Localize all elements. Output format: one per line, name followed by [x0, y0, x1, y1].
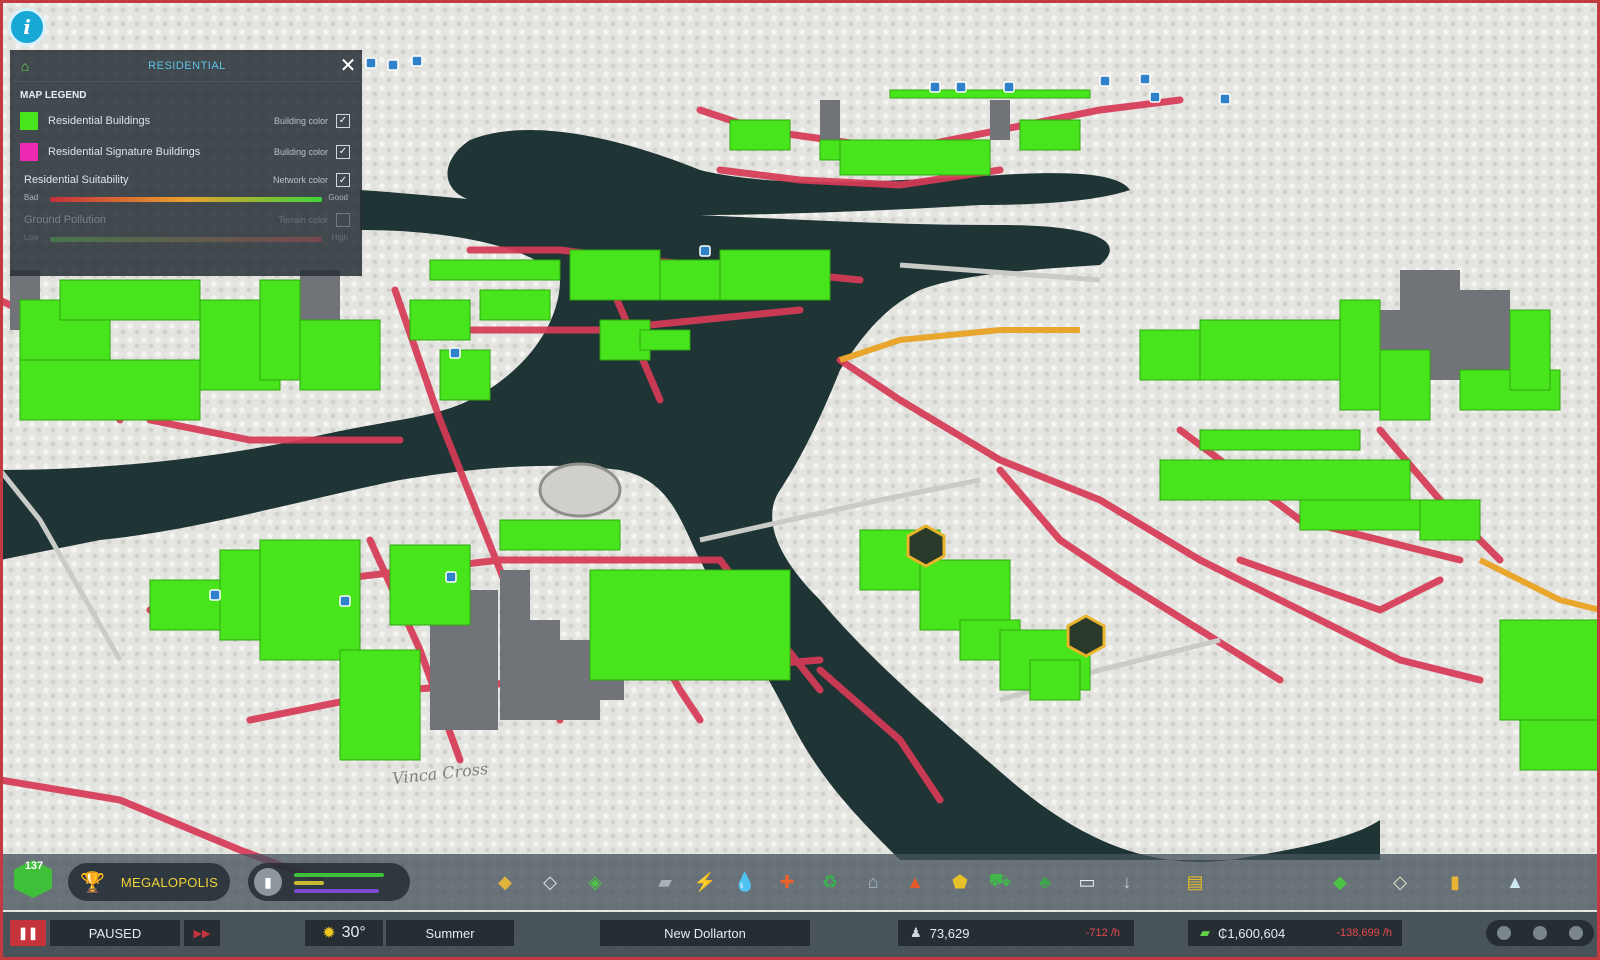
legend-row-signature-buildings: Residential Signature Buildings Building…	[10, 136, 362, 167]
pollution-gradient-row: Low High	[10, 233, 362, 247]
transport-icon[interactable]: ⛟	[985, 867, 1015, 897]
temperature-value: 30°	[341, 924, 366, 941]
legend-row-residential-buildings: Residential Buildings Building color ✓	[10, 105, 362, 136]
industry-icon[interactable]: ▤	[1180, 867, 1210, 897]
pollution-gradient	[50, 237, 322, 242]
education-icon[interactable]: ⌂	[858, 867, 888, 897]
legend-row-residential-suitability: Residential Suitability Network color ✓	[10, 167, 362, 193]
population-display[interactable]: ♟ 73,629 -712 /h	[898, 920, 1134, 946]
season-display: Summer	[386, 920, 514, 946]
police-icon[interactable]: ⬟	[945, 867, 975, 897]
money-delta: -138,699 /h	[1336, 927, 1392, 939]
residential-legend-panel: ⌂ RESIDENTIAL ✕ MAP LEGEND Residential B…	[10, 50, 362, 276]
gradient-low-label: Bad	[24, 193, 39, 202]
population-level-badge[interactable]: 137	[14, 860, 54, 904]
population-level: 137	[24, 860, 44, 872]
legend-row-label: Ground Pollution	[24, 214, 106, 226]
city-name[interactable]: New Dollarton	[600, 920, 810, 946]
control-dot[interactable]	[1533, 926, 1547, 940]
fire-icon[interactable]: ▲	[900, 867, 930, 897]
milestone-button[interactable]: 🏆 MEGALOPOLIS	[68, 863, 230, 901]
statistics-icon[interactable]: ▮	[1440, 867, 1470, 897]
window-controls	[1486, 920, 1594, 946]
legend-row-option: Terrain color	[278, 215, 328, 225]
stadium	[538, 462, 622, 518]
residential-swatch	[20, 111, 38, 130]
bottom-toolbar: 137 🏆 MEGALOPOLIS ▮ ◆ ◇ ◈ ▰ ⚡ 💧 ✚ ♻ ⌂ ▲ ⬟ ⛟ ♣ ▭ ↓ ▤ ◆ ◇ ▮ ▲	[0, 854, 1600, 910]
suitability-gradient	[50, 197, 322, 202]
gradient-high-label: High	[331, 233, 348, 242]
legend-row-option: Network color	[272, 175, 328, 185]
landscaping-icon[interactable]: ♣	[1030, 867, 1060, 897]
communications-icon[interactable]: ▭	[1072, 867, 1102, 897]
terraform-icon[interactable]: ↓	[1112, 867, 1142, 897]
info-icon: i	[23, 15, 31, 39]
control-dot[interactable]	[1497, 926, 1511, 940]
map-legend-heading: MAP LEGEND	[20, 90, 87, 101]
money-icon: ▰	[1200, 925, 1210, 940]
demand-bar	[294, 881, 324, 885]
control-dot[interactable]	[1569, 926, 1583, 940]
zoning-tool-icon[interactable]: ◆	[490, 867, 520, 897]
demand-bar	[294, 889, 379, 893]
terrain-color-checkbox[interactable]	[336, 213, 350, 227]
temperature-display: ✹ 30°	[305, 920, 383, 946]
milestone-name: MEGALOPOLIS	[120, 874, 219, 890]
sun-icon: ✹	[322, 925, 336, 942]
legend-row-label: Residential Buildings	[48, 114, 151, 127]
person-icon: ♟	[910, 925, 922, 940]
garbage-icon[interactable]: ♻	[815, 867, 845, 897]
gradient-high-label: Good	[328, 193, 348, 202]
money-value: ₵1,600,604	[1218, 925, 1286, 941]
signature-color-checkbox[interactable]: ✓	[336, 144, 350, 159]
legend-row-label: Residential Signature Buildings	[48, 145, 201, 158]
legend-row-ground-pollution: Ground Pollution Terrain color	[10, 207, 362, 233]
money-display[interactable]: ▰ ₵1,600,604 -138,699 /h	[1188, 920, 1402, 946]
game-viewport[interactable]: Vinca Cross i ⌂ RESIDENTIAL ✕ MAP LEGEND…	[0, 0, 1600, 960]
info-button[interactable]: i	[8, 8, 46, 46]
legend-row-option: Building color	[273, 115, 328, 126]
population-value: 73,629	[929, 925, 970, 941]
roads-tool-icon[interactable]: ▰	[650, 867, 680, 897]
residential-icon: ⌂	[20, 57, 30, 74]
pause-button[interactable]: ❚❚	[10, 920, 46, 946]
info-views-icon[interactable]: ▲	[1500, 867, 1530, 897]
demand-bar	[294, 873, 384, 877]
trophy-icon: 🏆	[80, 871, 105, 894]
close-icon[interactable]: ✕	[334, 53, 362, 78]
city-icon: ▮	[254, 868, 282, 896]
legend-row-option: Building color	[273, 146, 328, 157]
status-bar: ❚❚ PAUSED ▶▶ ✹ 30° Summer New Dollarton …	[0, 912, 1600, 960]
electricity-icon[interactable]: ⚡	[690, 867, 720, 897]
legend-row-label: Residential Suitability	[24, 174, 129, 186]
parks-tool-icon[interactable]: ◈	[580, 867, 610, 897]
suitability-gradient-row: Bad Good	[10, 193, 362, 207]
legend-header: ⌂ RESIDENTIAL ✕	[10, 50, 362, 82]
speed-button[interactable]: ▶▶	[184, 920, 220, 946]
health-icon[interactable]: ✚	[772, 867, 802, 897]
paused-label: PAUSED	[50, 920, 180, 946]
areas-tool-icon[interactable]: ◇	[535, 867, 565, 897]
water-icon[interactable]: 💧	[730, 867, 760, 897]
map-icon[interactable]: ◇	[1385, 867, 1415, 897]
demand-indicator[interactable]: ▮	[248, 863, 410, 901]
network-color-checkbox[interactable]: ✓	[336, 173, 350, 187]
city-services-icon[interactable]: ◆	[1325, 867, 1355, 897]
building-color-checkbox[interactable]: ✓	[336, 113, 350, 128]
signature-swatch	[20, 142, 38, 161]
gradient-low-label: Low	[24, 233, 39, 242]
legend-title: RESIDENTIAL	[148, 59, 226, 72]
population-delta: -712 /h	[1085, 927, 1120, 939]
